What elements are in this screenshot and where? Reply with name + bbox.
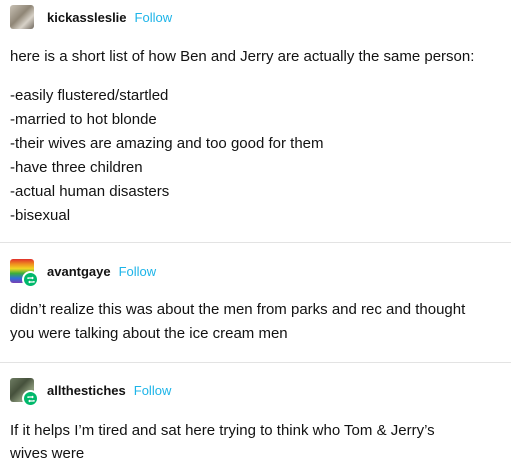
- post-text: If it helps I’m tired and sat here tryin…: [10, 422, 435, 439]
- avatar[interactable]: [10, 378, 39, 407]
- list-item: -easily flustered/startled: [10, 87, 169, 104]
- list-item: -their wives are amazing and too good fo…: [10, 135, 324, 152]
- list-item: -married to hot blonde: [10, 111, 157, 128]
- follow-button[interactable]: Follow: [134, 383, 172, 398]
- follow-button[interactable]: Follow: [135, 10, 173, 25]
- username[interactable]: kickassleslie: [47, 10, 127, 25]
- username[interactable]: allthestiches: [47, 383, 126, 398]
- reblog-icon: [22, 390, 39, 407]
- post-text: you were talking about the ice cream men: [10, 325, 288, 342]
- username[interactable]: avantgaye: [47, 264, 111, 279]
- post-header: avantgaye Follow: [10, 259, 157, 288]
- avatar[interactable]: [10, 5, 34, 29]
- list-item: -bisexual: [10, 207, 71, 224]
- avatar[interactable]: [10, 259, 39, 288]
- list-item: -actual human disasters: [10, 183, 170, 200]
- follow-button[interactable]: Follow: [119, 264, 157, 279]
- list-item: -have three children: [10, 159, 143, 176]
- post-text: wives were: [10, 445, 85, 462]
- post-text: here is a short list of how Ben and Jerr…: [10, 48, 475, 65]
- post-header: kickassleslie Follow: [10, 5, 172, 29]
- divider: [0, 362, 511, 363]
- reblog-icon: [22, 271, 39, 288]
- divider: [0, 242, 511, 243]
- post-header: allthestiches Follow: [10, 378, 172, 407]
- post-text: didn’t realize this was about the men fr…: [10, 301, 466, 318]
